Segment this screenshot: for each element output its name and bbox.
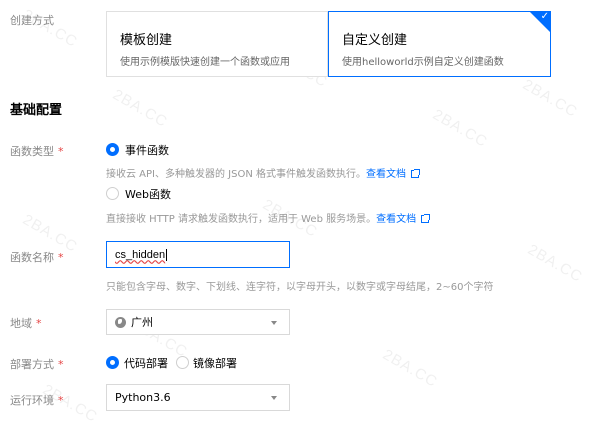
custom-create-desc: 使用helloworld示例自定义创建函数 [342, 57, 504, 68]
region-label: 地域 * [10, 317, 42, 330]
watermark: 2BA.CC [519, 76, 581, 121]
required-mark: * [58, 251, 64, 264]
template-create-desc: 使用示例模版快速创建一个函数或应用 [120, 57, 290, 68]
watermark: 2BA.CC [429, 106, 491, 151]
code-deploy-radio[interactable] [106, 356, 119, 369]
required-mark: * [58, 358, 64, 371]
event-function-radio[interactable] [106, 143, 119, 156]
code-deploy-label[interactable]: 代码部署 [124, 355, 168, 371]
required-mark: * [36, 317, 42, 330]
required-mark: * [58, 394, 64, 407]
creation-method-label: 创建方式 [10, 14, 54, 27]
event-function-help: 接收云 API、多种触发器的 JSON 格式事件触发函数执行。查看文档 [106, 165, 421, 180]
image-deploy-label[interactable]: 镜像部署 [193, 355, 237, 371]
text-cursor [166, 248, 168, 261]
watermark: 2BA.CC [524, 241, 586, 286]
runtime-label: 运行环境 * [10, 394, 64, 407]
deploy-method-label: 部署方式 * [10, 358, 64, 371]
view-docs-link[interactable]: 查看文档 [366, 169, 406, 180]
chevron-down-icon [271, 321, 277, 325]
runtime-value: Python3.6 [115, 391, 171, 404]
function-type-label: 函数类型 * [10, 145, 64, 158]
view-docs-link[interactable]: 查看文档 [376, 214, 416, 225]
web-function-radio[interactable] [106, 187, 119, 200]
web-function-help: 直接接收 HTTP 请求触发函数执行，适用于 Web 服务场景。查看文档 [106, 210, 431, 225]
required-mark: * [58, 145, 64, 158]
runtime-select[interactable]: Python3.6 [106, 384, 290, 411]
function-name-value: cs_hidden [115, 248, 166, 261]
external-link-icon[interactable] [411, 169, 421, 178]
function-name-input[interactable]: cs_hidden [106, 241, 290, 268]
template-create-title: 模板创建 [120, 33, 173, 48]
region-select[interactable]: 广州 [106, 309, 290, 335]
external-link-icon[interactable] [421, 214, 431, 223]
globe-icon [115, 316, 126, 328]
web-function-label[interactable]: Web函数 [125, 186, 171, 202]
check-icon: ✓ [540, 11, 549, 22]
event-function-label[interactable]: 事件函数 [125, 142, 169, 158]
function-name-label: 函数名称 * [10, 251, 64, 264]
template-create-card[interactable]: 模板创建 使用示例模版快速创建一个函数或应用 [106, 11, 328, 77]
watermark: 2BA.CC [379, 346, 441, 391]
watermark: 2BA.CC [109, 86, 171, 131]
function-name-help: 只能包含字母、数字、下划线、连字符，以字母开头，以数字或字母结尾，2~60个字符 [106, 282, 494, 293]
image-deploy-radio[interactable] [176, 356, 189, 369]
custom-create-title: 自定义创建 [342, 33, 408, 48]
section-title-basic-config: 基础配置 [10, 103, 63, 118]
chevron-down-icon [271, 396, 277, 400]
custom-create-card[interactable]: 自定义创建 使用helloworld示例自定义创建函数 ✓ [328, 11, 551, 77]
region-value: 广州 [131, 316, 153, 329]
